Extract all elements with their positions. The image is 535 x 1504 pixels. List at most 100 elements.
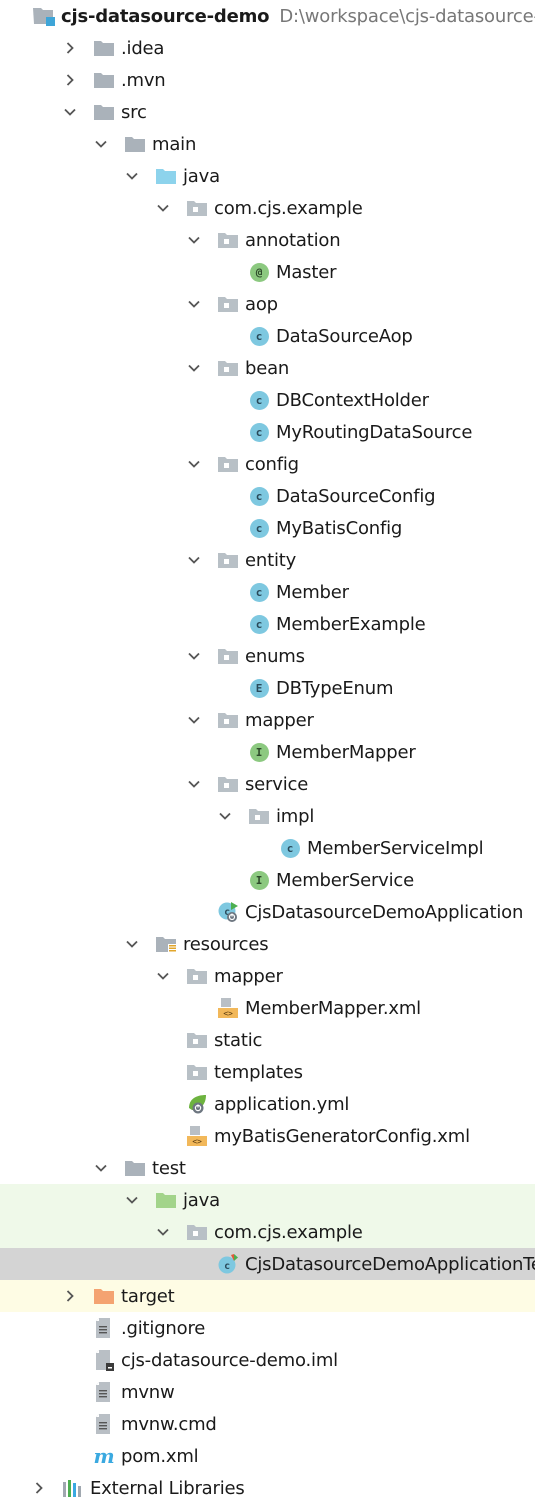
class-icon: c bbox=[279, 837, 301, 859]
tree-row-label: MemberMapper bbox=[276, 741, 416, 763]
tree-row[interactable]: bean bbox=[0, 352, 535, 384]
tree-row[interactable]: mvnw.cmd bbox=[0, 1408, 535, 1440]
tree-row[interactable]: cjs-datasource-demo.iml bbox=[0, 1344, 535, 1376]
chevron-down-icon[interactable] bbox=[156, 1225, 170, 1239]
package-icon bbox=[217, 293, 239, 315]
interface-icon: I bbox=[248, 741, 270, 763]
chevron-down-icon[interactable] bbox=[63, 105, 77, 119]
chevron-down-icon[interactable] bbox=[187, 649, 201, 663]
tree-row[interactable]: c DataSourceAop bbox=[0, 320, 535, 352]
tree-row[interactable]: static bbox=[0, 1024, 535, 1056]
tree-row[interactable]: c MemberExample bbox=[0, 608, 535, 640]
tree-row-label: MemberMapper.xml bbox=[245, 997, 421, 1019]
svg-text:<>: <> bbox=[192, 1137, 202, 1146]
chevron-down-icon[interactable] bbox=[94, 1161, 108, 1175]
tree-row[interactable]: com.cjs.example bbox=[0, 192, 535, 224]
xml-file-icon: <> bbox=[217, 997, 239, 1019]
tree-row-label: application.yml bbox=[214, 1093, 350, 1115]
class-icon: c bbox=[248, 485, 270, 507]
chevron-down-icon[interactable] bbox=[187, 233, 201, 247]
tree-row[interactable]: c MemberServiceImpl bbox=[0, 832, 535, 864]
tree-row[interactable]: .mvn bbox=[0, 64, 535, 96]
chevron-down-icon[interactable] bbox=[187, 777, 201, 791]
tree-row[interactable]: I MemberMapper bbox=[0, 736, 535, 768]
tree-row[interactable]: mvnw bbox=[0, 1376, 535, 1408]
tree-row[interactable]: External Libraries bbox=[0, 1472, 535, 1504]
package-icon bbox=[217, 645, 239, 667]
libraries-icon bbox=[62, 1477, 84, 1499]
svg-text:<>: <> bbox=[223, 1009, 233, 1018]
tree-row-label: .idea bbox=[121, 37, 165, 59]
chevron-down-icon[interactable] bbox=[218, 809, 232, 823]
chevron-right-icon[interactable] bbox=[63, 41, 77, 55]
tree-row[interactable]: .gitignore bbox=[0, 1312, 535, 1344]
tree-row[interactable]: service bbox=[0, 768, 535, 800]
tree-row[interactable]: application.yml bbox=[0, 1088, 535, 1120]
tree-row[interactable]: config bbox=[0, 448, 535, 480]
tree-row[interactable]: templates bbox=[0, 1056, 535, 1088]
tree-row-label: templates bbox=[214, 1061, 303, 1083]
tree-row[interactable]: @ Master bbox=[0, 256, 535, 288]
tree-row[interactable]: m pom.xml bbox=[0, 1440, 535, 1472]
chevron-down-icon[interactable] bbox=[187, 297, 201, 311]
test-folder-icon bbox=[155, 1189, 177, 1211]
project-name-text: cjs-datasource-demo bbox=[61, 5, 270, 27]
tree-row-label: annotation bbox=[245, 229, 341, 251]
tree-row[interactable]: impl bbox=[0, 800, 535, 832]
tree-row[interactable]: main bbox=[0, 128, 535, 160]
tree-row-label: MemberExample bbox=[276, 613, 426, 635]
tree-row-label: java bbox=[183, 1189, 220, 1211]
chevron-down-icon[interactable] bbox=[125, 1193, 139, 1207]
chevron-down-icon[interactable] bbox=[94, 137, 108, 151]
tree-row-label: aop bbox=[245, 293, 278, 315]
chevron-down-icon[interactable] bbox=[187, 361, 201, 375]
tree-row[interactable]: mapper bbox=[0, 960, 535, 992]
package-icon bbox=[186, 1061, 208, 1083]
tree-row[interactable]: <> MemberMapper.xml bbox=[0, 992, 535, 1024]
tree-row[interactable]: enums bbox=[0, 640, 535, 672]
project-name: cjs-datasource-demo D:\workspace\cjs-data… bbox=[61, 6, 535, 27]
tree-row-label: src bbox=[121, 101, 147, 123]
tree-row[interactable]: test bbox=[0, 1152, 535, 1184]
tree-row[interactable]: mapper bbox=[0, 704, 535, 736]
package-icon bbox=[186, 197, 208, 219]
chevron-right-icon[interactable] bbox=[63, 73, 77, 87]
tree-row[interactable]: java bbox=[0, 160, 535, 192]
tree-row[interactable]: c Member bbox=[0, 576, 535, 608]
tree-row[interactable]: src bbox=[0, 96, 535, 128]
tree-row[interactable]: E DBTypeEnum bbox=[0, 672, 535, 704]
tree-row[interactable]: c CjsDatasourceDemoApplicationTests bbox=[0, 1248, 535, 1280]
tree-row[interactable]: I MemberService bbox=[0, 864, 535, 896]
tree-row[interactable]: <> myBatisGeneratorConfig.xml bbox=[0, 1120, 535, 1152]
chevron-down-icon[interactable] bbox=[187, 457, 201, 471]
chevron-down-icon[interactable] bbox=[125, 937, 139, 951]
chevron-down-icon[interactable] bbox=[187, 713, 201, 727]
tree-row[interactable]: resources bbox=[0, 928, 535, 960]
folder-icon bbox=[93, 69, 115, 91]
tree-row-project-root[interactable]: cjs-datasource-demo D:\workspace\cjs-data… bbox=[0, 0, 535, 32]
chevron-right-icon[interactable] bbox=[32, 1481, 46, 1495]
annotation-icon: @ bbox=[248, 261, 270, 283]
package-icon bbox=[217, 357, 239, 379]
tree-row-label: com.cjs.example bbox=[214, 1221, 363, 1243]
tree-rows: .idea .mvn src main java com.cjs.example annot… bbox=[0, 32, 535, 1504]
chevron-down-icon[interactable] bbox=[156, 201, 170, 215]
tree-row-label: mvnw.cmd bbox=[121, 1413, 217, 1435]
tree-row[interactable]: aop bbox=[0, 288, 535, 320]
tree-row[interactable]: com.cjs.example bbox=[0, 1216, 535, 1248]
tree-row[interactable]: c MyRoutingDataSource bbox=[0, 416, 535, 448]
tree-row[interactable]: c DBContextHolder bbox=[0, 384, 535, 416]
tree-row[interactable]: c CjsDatasourceDemoApplication bbox=[0, 896, 535, 928]
tree-row[interactable]: annotation bbox=[0, 224, 535, 256]
tree-row[interactable]: .idea bbox=[0, 32, 535, 64]
chevron-down-icon[interactable] bbox=[125, 169, 139, 183]
tree-row[interactable]: target bbox=[0, 1280, 535, 1312]
chevron-down-icon[interactable] bbox=[156, 969, 170, 983]
tree-row[interactable]: c DataSourceConfig bbox=[0, 480, 535, 512]
tree-row-label: mapper bbox=[214, 965, 283, 987]
tree-row[interactable]: entity bbox=[0, 544, 535, 576]
tree-row[interactable]: java bbox=[0, 1184, 535, 1216]
chevron-down-icon[interactable] bbox=[187, 553, 201, 567]
chevron-right-icon[interactable] bbox=[63, 1289, 77, 1303]
tree-row[interactable]: c MyBatisConfig bbox=[0, 512, 535, 544]
